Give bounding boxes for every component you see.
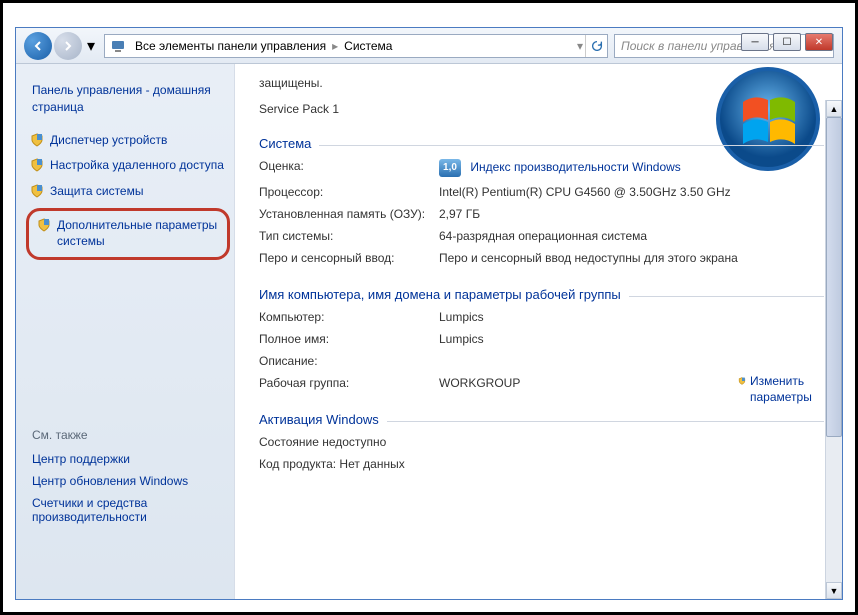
full-value: Lumpics (439, 332, 824, 346)
section-activation: Активация Windows (259, 412, 824, 427)
see-also: См. также Центр поддержки Центр обновлен… (24, 428, 234, 528)
sidebar-remote[interactable]: Настройка удаленного доступа (24, 153, 234, 179)
see-also-head: См. также (32, 428, 234, 448)
sidebar-protection[interactable]: Защита системы (24, 179, 234, 205)
shield-icon (30, 184, 44, 198)
shield-icon (30, 133, 44, 147)
sidebar-device-manager[interactable]: Диспетчер устройств (24, 128, 234, 154)
change-settings-link[interactable]: Изменить параметры (738, 374, 818, 405)
see-also-action-center[interactable]: Центр поддержки (32, 448, 234, 470)
computer-value: Lumpics (439, 310, 824, 324)
rating-link[interactable]: Индекс производительности Windows (470, 160, 680, 174)
breadcrumb-seg2[interactable]: Система (340, 39, 396, 53)
ram-label: Установленная память (ОЗУ): (259, 207, 439, 221)
desc-value (439, 354, 824, 368)
product-id: Код продукта: Нет данных (259, 457, 405, 471)
section-computer-name: Имя компьютера, имя домена и параметры р… (259, 287, 824, 302)
sidebar-advanced[interactable]: Дополнительные параметры системы (31, 213, 225, 254)
chevron-down-icon[interactable]: ▾ (575, 39, 585, 53)
ram-value: 2,97 ГБ (439, 207, 824, 221)
see-also-perf[interactable]: Счетчики и средства производительности (32, 492, 234, 528)
pen-label: Перо и сенсорный ввод: (259, 251, 439, 265)
computer-icon (109, 37, 127, 55)
forward-button[interactable] (54, 32, 82, 60)
computer-label: Компьютер: (259, 310, 439, 324)
windows-logo-icon (708, 64, 828, 184)
arrow-right-icon (62, 40, 74, 52)
see-also-windows-update[interactable]: Центр обновления Windows (32, 470, 234, 492)
main-panel: защищены. Service Pack 1 Система Оценка:… (234, 64, 842, 599)
shield-icon (738, 374, 746, 388)
type-value: 64-разрядная операционная система (439, 229, 824, 243)
scroll-thumb[interactable] (826, 117, 842, 437)
back-button[interactable] (24, 32, 52, 60)
pen-value: Перо и сенсорный ввод недоступны для это… (439, 251, 824, 265)
sidebar-advanced-highlight: Дополнительные параметры системы (26, 208, 230, 259)
breadcrumb-seg1[interactable]: Все элементы панели управления (131, 39, 330, 53)
cpu-value: Intel(R) Pentium(R) CPU G4560 @ 3.50GHz … (439, 185, 824, 199)
close-button[interactable]: ✕ (805, 33, 833, 51)
nav-history-dropdown[interactable]: ▾ (84, 36, 98, 56)
scrollbar[interactable]: ▲ ▼ (825, 100, 842, 599)
desc-label: Описание: (259, 354, 439, 368)
navbar: ▾ Все элементы панели управления ▸ Систе… (16, 28, 842, 64)
cp-home-link[interactable]: Панель управления - домашняя страница (24, 76, 234, 128)
refresh-button[interactable] (585, 35, 607, 57)
type-label: Тип системы: (259, 229, 439, 243)
minimize-button[interactable]: ─ (741, 33, 769, 51)
refresh-icon (590, 39, 604, 53)
rating-badge: 1,0 (439, 159, 461, 177)
shield-icon (37, 218, 51, 232)
arrow-left-icon (32, 40, 44, 52)
workgroup-label: Рабочая группа: (259, 376, 439, 390)
activation-status: Состояние недоступно (259, 435, 386, 449)
scroll-up-button[interactable]: ▲ (826, 100, 842, 117)
maximize-button[interactable]: ☐ (773, 33, 801, 51)
shield-icon (30, 158, 44, 172)
chevron-right-icon: ▸ (330, 39, 340, 53)
cpu-label: Процессор: (259, 185, 439, 199)
section-system: Система (259, 136, 824, 151)
sidebar: Панель управления - домашняя страница Ди… (16, 64, 234, 599)
address-bar[interactable]: Все элементы панели управления ▸ Система… (104, 34, 608, 58)
scroll-down-button[interactable]: ▼ (826, 582, 842, 599)
full-label: Полное имя: (259, 332, 439, 346)
rating-label: Оценка: (259, 159, 439, 177)
